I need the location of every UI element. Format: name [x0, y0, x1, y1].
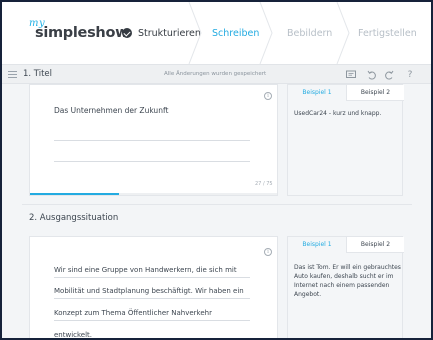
menu-icon[interactable] — [8, 71, 17, 78]
tab-beispiel-2[interactable]: Beispiel 2 — [346, 85, 404, 101]
section-divider — [22, 204, 412, 205]
title-input-value[interactable]: Das Unternehmen der Zukunft — [54, 106, 168, 116]
tab-beispiel-1[interactable]: Beispiel 1 — [288, 85, 346, 101]
input-underline — [54, 320, 250, 321]
comment-icon[interactable] — [345, 68, 357, 82]
step-label: Fertigstellen — [358, 27, 417, 39]
chevron-separator-icon — [188, 2, 202, 64]
step-navigation: Strukturieren Schreiben Bebildern Fertig… — [114, 2, 431, 64]
chevron-separator-icon — [336, 2, 350, 64]
input-underline — [54, 298, 250, 299]
example-text: UsedCar24 - kurz und knapp. — [294, 110, 382, 117]
check-icon — [122, 28, 132, 38]
info-icon[interactable]: i — [264, 92, 272, 100]
input-underline — [54, 161, 250, 162]
help-icon[interactable]: ? — [404, 68, 416, 82]
input-underline — [54, 140, 250, 141]
example-text-line: Auto kaufen, deshalb sucht er im — [294, 273, 394, 280]
redo-icon[interactable] — [383, 68, 395, 82]
tab-beispiel-1[interactable]: Beispiel 1 — [288, 237, 346, 253]
undo-icon[interactable] — [366, 68, 378, 82]
save-status: Alle Änderungen wurden gespeichert — [164, 71, 267, 77]
example-text-line: Angebot. — [294, 291, 322, 298]
toolbar: 1. Titel Alle Änderungen wurden gespeich… — [2, 64, 431, 84]
input-line[interactable]: Wir sind eine Gruppe von Handwerkern, di… — [54, 265, 237, 275]
info-icon[interactable]: i — [264, 248, 272, 256]
input-line[interactable]: entwickelt. — [54, 330, 92, 338]
example-text-line: Internet nach einem passenden — [294, 282, 390, 289]
chevron-separator-icon — [259, 2, 273, 64]
tab-beispiel-2[interactable]: Beispiel 2 — [346, 237, 404, 253]
char-progress-fill — [30, 193, 119, 195]
char-progress-track — [30, 193, 277, 195]
input-line[interactable]: Konzept zum Thema Öffentlicher Nahverkeh… — [54, 308, 212, 318]
step-fertigstellen[interactable]: Fertigstellen — [358, 2, 417, 64]
top-bar: my simpleshow Strukturieren Schreiben Be… — [2, 2, 431, 64]
situation-examples-panel: Beispiel 1 Beispiel 2 Das ist Tom. Er wi… — [287, 236, 404, 338]
section-title: 2. Ausgangssituation — [29, 213, 119, 223]
step-schreiben[interactable]: Schreiben — [212, 2, 259, 64]
app-window: my simpleshow Strukturieren Schreiben Be… — [2, 2, 431, 338]
situation-input-card[interactable]: i Wir sind eine Gruppe von Handwerkern, … — [29, 236, 278, 338]
section-title: 1. Titel — [23, 69, 53, 79]
step-label: Schreiben — [212, 27, 260, 39]
input-underline — [54, 277, 250, 278]
title-examples-panel: Beispiel 1 Beispiel 2 UsedCar24 - kurz u… — [287, 84, 404, 196]
example-text-line: Das ist Tom. Er will ein gebrauchtes — [294, 264, 401, 271]
title-input-card[interactable]: i Das Unternehmen der Zukunft 27 / 75 — [29, 84, 278, 196]
step-label: Bebildern — [287, 27, 333, 39]
char-count: 27 / 75 — [255, 181, 273, 187]
step-bebildern[interactable]: Bebildern — [287, 2, 332, 64]
input-line[interactable]: Mobilität und Stadtplanung beschäftigt. … — [54, 286, 244, 296]
